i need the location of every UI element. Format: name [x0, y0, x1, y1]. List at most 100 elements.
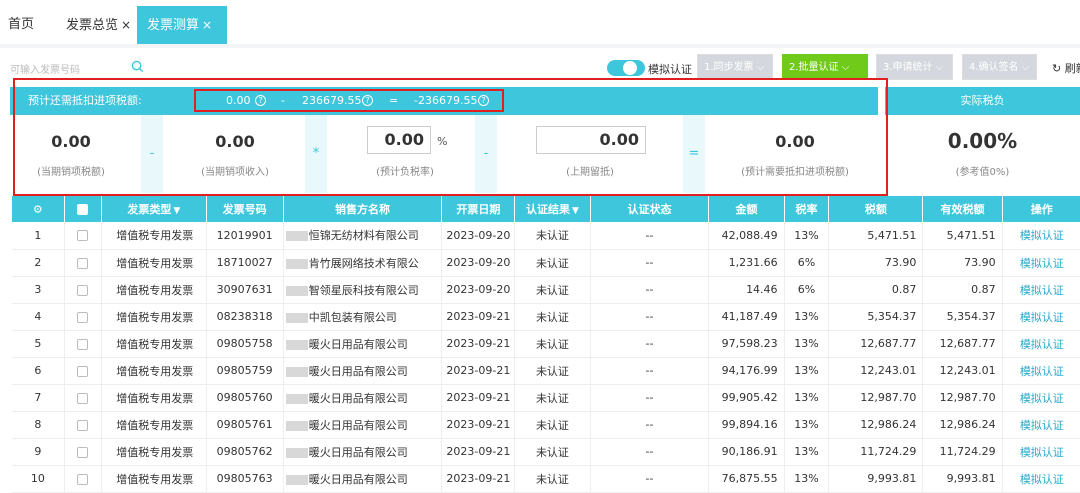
simulate-auth-link-cell[interactable]: 模拟认证 — [1002, 411, 1080, 439]
step-apply-stats-label: 3.申请统计 — [883, 62, 933, 73]
amount: 90,186.91 — [721, 445, 778, 458]
tax-rate-cell: 0.00 % (预计负税率) — [330, 115, 480, 193]
gear-icon[interactable]: ⚙ — [33, 203, 43, 216]
simulate-auth-link-cell[interactable]: 模拟认证 — [1002, 303, 1080, 331]
row-checkbox[interactable] — [77, 473, 89, 485]
header-seller-label: 销售方名称 — [335, 203, 391, 216]
simulate-auth-link-cell[interactable]: 模拟认证 — [1002, 465, 1080, 493]
simulate-auth-link-cell[interactable]: 模拟认证 — [1002, 357, 1080, 385]
auth-result: 未认证 — [535, 256, 569, 270]
simulate-auth-link[interactable]: 模拟认证 — [1020, 446, 1064, 459]
sales-income-cell: 0.00 (当期销项收入) — [170, 115, 300, 193]
sales-tax-value: 0.00 — [51, 132, 91, 151]
simulate-auth-link-cell[interactable]: 模拟认证 — [1002, 330, 1080, 358]
search-icon[interactable] — [131, 60, 144, 73]
row-number: 6 — [34, 364, 42, 377]
row-checkbox-cell[interactable] — [64, 222, 103, 250]
invoice-code: 09805761 — [216, 418, 273, 431]
row-checkbox[interactable] — [77, 446, 89, 458]
refresh-button[interactable]: ↻ 刷新 — [1052, 60, 1080, 76]
auth-result-cell: 未认证 — [514, 465, 591, 493]
column-header-result[interactable]: 认证结果 ▼ — [514, 196, 591, 222]
calc-title: 预计还需抵扣进项税额: — [28, 94, 142, 107]
simulate-auth-link[interactable]: 模拟认证 — [1020, 419, 1064, 432]
column-header-type[interactable]: 发票类型 ▼ — [101, 196, 207, 222]
row-checkbox-cell[interactable] — [64, 276, 103, 304]
help-icon[interactable]: ? — [362, 95, 373, 106]
row-checkbox[interactable] — [77, 338, 89, 350]
tax-rate-cell: 13% — [784, 330, 830, 358]
table-row: 2 增值税专用发票 18710027 肯竹展网络技术有限公 2023-09-20 未认证 -… — [12, 249, 1080, 277]
simulate-auth-link[interactable]: 模拟认证 — [1020, 284, 1064, 297]
row-checkbox[interactable] — [77, 392, 89, 404]
effective-tax: 73.90 — [964, 256, 996, 269]
simulate-auth-link-cell[interactable]: 模拟认证 — [1002, 276, 1080, 304]
auth-result-cell: 未认证 — [514, 357, 591, 385]
auth-status: -- — [645, 283, 654, 296]
help-icon[interactable]: ? — [255, 95, 266, 106]
simulate-auth-link[interactable]: 模拟认证 — [1020, 473, 1064, 486]
redacted-block — [285, 285, 308, 296]
row-checkbox-cell[interactable] — [64, 330, 103, 358]
amount: 42,088.49 — [721, 228, 778, 242]
step-batch-auth-button[interactable]: 2.批量认证 ⌵ — [782, 54, 868, 80]
row-checkbox-cell[interactable] — [64, 303, 103, 331]
row-checkbox-cell[interactable] — [64, 411, 103, 439]
row-checkbox-cell[interactable] — [64, 384, 103, 412]
simulate-auth-link[interactable]: 模拟认证 — [1020, 257, 1064, 270]
simulate-auth-link[interactable]: 模拟认证 — [1020, 338, 1064, 351]
redacted-block — [285, 393, 308, 404]
invoice-date: 2023-09-21 — [446, 364, 511, 377]
close-icon[interactable]: × — [202, 18, 212, 32]
row-number-cell: 4 — [12, 303, 65, 331]
simulate-auth-link-cell[interactable]: 模拟认证 — [1002, 249, 1080, 277]
carry-over-label: (上期留抵) — [566, 167, 614, 178]
row-checkbox-cell[interactable] — [64, 357, 103, 385]
step-confirm-sign-button[interactable]: 4.确认签名 ⌵ — [962, 54, 1037, 80]
settings-column-header[interactable]: ⚙ — [12, 196, 65, 222]
step-apply-stats-button[interactable]: 3.申请统计 ⌵ — [876, 54, 953, 80]
simulate-auth-link[interactable]: 模拟认证 — [1020, 229, 1064, 242]
row-checkbox[interactable] — [77, 257, 89, 269]
simulate-auth-link-cell[interactable]: 模拟认证 — [1002, 438, 1080, 466]
row-checkbox-cell[interactable] — [64, 249, 103, 277]
tax-rate: 13% — [794, 391, 819, 404]
row-checkbox[interactable] — [77, 365, 89, 377]
simulate-auth-link-cell[interactable]: 模拟认证 — [1002, 222, 1080, 250]
row-checkbox[interactable] — [77, 311, 89, 323]
simulate-auth-link[interactable]: 模拟认证 — [1020, 311, 1064, 324]
amount: 99,905.42 — [721, 391, 778, 404]
row-checkbox-cell[interactable] — [64, 438, 103, 466]
amount-cell: 1,231.66 — [708, 249, 785, 277]
simulate-auth-link[interactable]: 模拟认证 — [1020, 365, 1064, 378]
row-number-cell: 2 — [12, 249, 65, 277]
tab-home[interactable]: 首页 — [8, 6, 34, 44]
auth-status: -- — [645, 310, 654, 323]
invoice-type: 增值税专用发票 — [116, 364, 194, 378]
effective-tax: 11,724.29 — [939, 445, 996, 458]
tax-rate-input[interactable]: 0.00 — [367, 126, 431, 154]
column-header-amount: 金额 — [708, 196, 785, 222]
select-all-checkbox[interactable] — [77, 204, 89, 215]
row-checkbox[interactable] — [77, 284, 89, 296]
simulate-auth-link-cell[interactable]: 模拟认证 — [1002, 384, 1080, 412]
invoice-date: 2023-09-21 — [446, 472, 511, 485]
carry-over-input[interactable]: 0.00 — [536, 126, 646, 154]
tab-overview[interactable]: 发票总览 × — [66, 6, 131, 44]
search-input[interactable] — [10, 62, 150, 78]
select-all-header[interactable] — [64, 196, 103, 222]
step-sync-button[interactable]: 1.同步发票 ⌵ — [697, 54, 773, 80]
chevron-down-icon: ⌵ — [935, 62, 944, 73]
invoice-code: 09805760 — [216, 391, 273, 404]
invoice-type: 增值税专用发票 — [116, 229, 194, 243]
auth-status-cell: -- — [590, 357, 710, 385]
header-tax-label: 税额 — [864, 203, 887, 216]
auth-result-cell: 未认证 — [514, 222, 591, 250]
help-icon[interactable]: ? — [478, 95, 489, 106]
close-icon[interactable]: × — [121, 18, 131, 32]
tab-calc[interactable]: 发票测算 × — [137, 6, 227, 44]
row-checkbox[interactable] — [77, 419, 89, 431]
row-checkbox[interactable] — [77, 230, 89, 242]
row-checkbox-cell[interactable] — [64, 465, 103, 493]
simulate-auth-link[interactable]: 模拟认证 — [1020, 392, 1064, 405]
